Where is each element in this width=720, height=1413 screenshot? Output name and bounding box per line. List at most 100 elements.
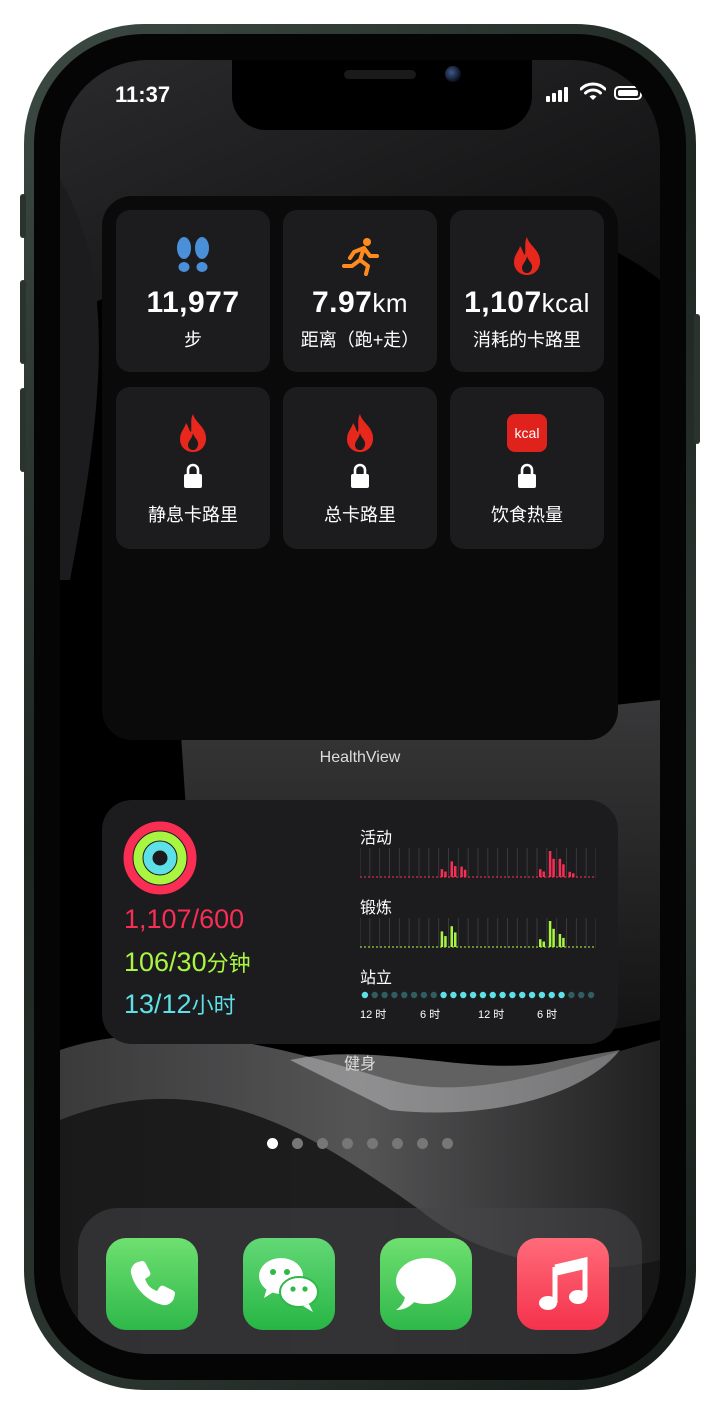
- stand-point: [509, 991, 516, 999]
- steps-label: 步: [184, 330, 202, 350]
- dock: [78, 1208, 642, 1354]
- page-dot[interactable]: [292, 1138, 303, 1149]
- stand-point: [548, 991, 555, 999]
- messages-app-icon[interactable]: [380, 1238, 472, 1330]
- bar: [450, 926, 453, 947]
- running-icon: [342, 238, 379, 276]
- stand-point: [361, 991, 369, 999]
- stand-point: [528, 991, 536, 999]
- stand-point: [391, 991, 398, 999]
- page-dot[interactable]: [267, 1138, 278, 1149]
- status-time: 11:37: [115, 82, 171, 107]
- move-chart: [360, 848, 596, 878]
- fitness-widget[interactable]: 1,107/600 106/30分钟 13/12小时 活动 锻炼 站立 12 时…: [102, 800, 618, 1044]
- healthview-widget[interactable]: 11,977 步 7.97km 距离（跑+走） 1,107kcal 消耗的卡路里…: [102, 196, 618, 740]
- mute-switch: [20, 194, 26, 238]
- stand-chart-title: 站立: [360, 970, 393, 987]
- stand-point: [410, 991, 418, 999]
- stand-point: [450, 991, 457, 999]
- bar: [450, 861, 453, 877]
- lock-icon: [184, 463, 202, 488]
- stand-point: [558, 991, 565, 999]
- fitness-widget-label: 健身: [343, 1056, 376, 1073]
- music-app-icon[interactable]: [517, 1238, 609, 1330]
- cellular-signal-icon: [546, 84, 572, 102]
- page-dot[interactable]: [367, 1138, 378, 1149]
- wifi-icon: [580, 82, 606, 100]
- page-dot[interactable]: [392, 1138, 403, 1149]
- move-chart-title: 活动: [360, 830, 393, 847]
- earpiece-speaker: [344, 70, 416, 79]
- kcal-badge-icon: kcal: [507, 414, 547, 452]
- stand-point: [479, 991, 487, 999]
- bar: [552, 858, 555, 877]
- healthview-widget-label: HealthView: [319, 749, 401, 766]
- x-tick-label: 12 时: [360, 1009, 387, 1021]
- flame-icon: [347, 414, 374, 452]
- exercise-chart-title: 锻炼: [360, 900, 393, 917]
- dietary-energy-label: 饮食热量: [491, 505, 563, 525]
- footprints-icon: [177, 237, 209, 272]
- activity-rings: [123, 821, 197, 895]
- page-dot[interactable]: [317, 1138, 328, 1149]
- bar: [463, 869, 467, 877]
- bar: [552, 928, 555, 947]
- volume-up-button: [20, 280, 26, 364]
- lock-icon: [518, 463, 536, 488]
- notch: [232, 60, 532, 130]
- phone-frame: 11:37 11,977 步 7.97km 距离（跑+走） 1,107kcal …: [20, 24, 700, 1390]
- resting-calories-label: 静息卡路里: [148, 505, 238, 525]
- bar: [542, 941, 545, 947]
- stand-point: [538, 991, 546, 999]
- page-dot[interactable]: [342, 1138, 353, 1149]
- bar: [444, 936, 447, 947]
- wechat-bubbles-icon: [259, 1258, 319, 1312]
- stand-point: [469, 991, 477, 999]
- x-tick-label: 12 时: [478, 1009, 505, 1021]
- bar: [444, 871, 447, 877]
- battery-icon: [614, 86, 645, 100]
- stand-point: [489, 991, 496, 999]
- steps-value: 11,977: [146, 286, 240, 319]
- wechat-app-icon[interactable]: [243, 1238, 335, 1330]
- bar: [562, 864, 565, 877]
- distance-value: 7.97km: [311, 286, 409, 319]
- home-screen: 11:37 11,977 步 7.97km 距离（跑+走） 1,107kcal …: [60, 60, 660, 1354]
- stand-point: [381, 991, 388, 999]
- active-calories-value: 1,107kcal: [464, 286, 590, 319]
- exercise-chart: [360, 918, 596, 948]
- stand-point: [587, 991, 595, 999]
- distance-tile[interactable]: 7.97km 距离（跑+走）: [283, 210, 437, 372]
- active-calories-tile[interactable]: 1,107kcal 消耗的卡路里: [450, 210, 604, 372]
- bar: [558, 934, 562, 947]
- phone-handset-icon: [130, 1261, 175, 1306]
- phone-app-icon[interactable]: [106, 1238, 198, 1330]
- resting-calories-tile[interactable]: 静息卡路里: [116, 387, 270, 549]
- bar: [454, 866, 457, 877]
- steps-tile[interactable]: 11,977 步: [116, 210, 270, 372]
- stand-point: [568, 991, 575, 999]
- x-tick-label: 6 时: [420, 1009, 441, 1021]
- page-dot[interactable]: [442, 1138, 453, 1149]
- stand-point: [371, 991, 378, 999]
- stand-chart: [361, 991, 595, 999]
- bar: [558, 858, 562, 877]
- bar: [460, 866, 463, 877]
- stand-value: 13/12小时: [124, 989, 236, 1019]
- music-note-icon: [539, 1256, 588, 1310]
- bar: [562, 937, 565, 947]
- total-calories-label: 总卡路里: [324, 505, 396, 525]
- bar: [548, 851, 552, 877]
- page-indicator[interactable]: [60, 1138, 660, 1149]
- stand-point: [440, 991, 447, 999]
- bar: [440, 931, 444, 947]
- dietary-energy-tile[interactable]: kcal 饮食热量: [450, 387, 604, 549]
- exercise-value: 106/30分钟: [124, 947, 251, 977]
- bar: [542, 871, 545, 877]
- page-dot[interactable]: [417, 1138, 428, 1149]
- bar: [454, 932, 457, 947]
- active-calories-label: 消耗的卡路里: [473, 330, 581, 350]
- stand-point: [578, 991, 585, 999]
- front-camera: [445, 66, 461, 82]
- total-calories-tile[interactable]: 总卡路里: [283, 387, 437, 549]
